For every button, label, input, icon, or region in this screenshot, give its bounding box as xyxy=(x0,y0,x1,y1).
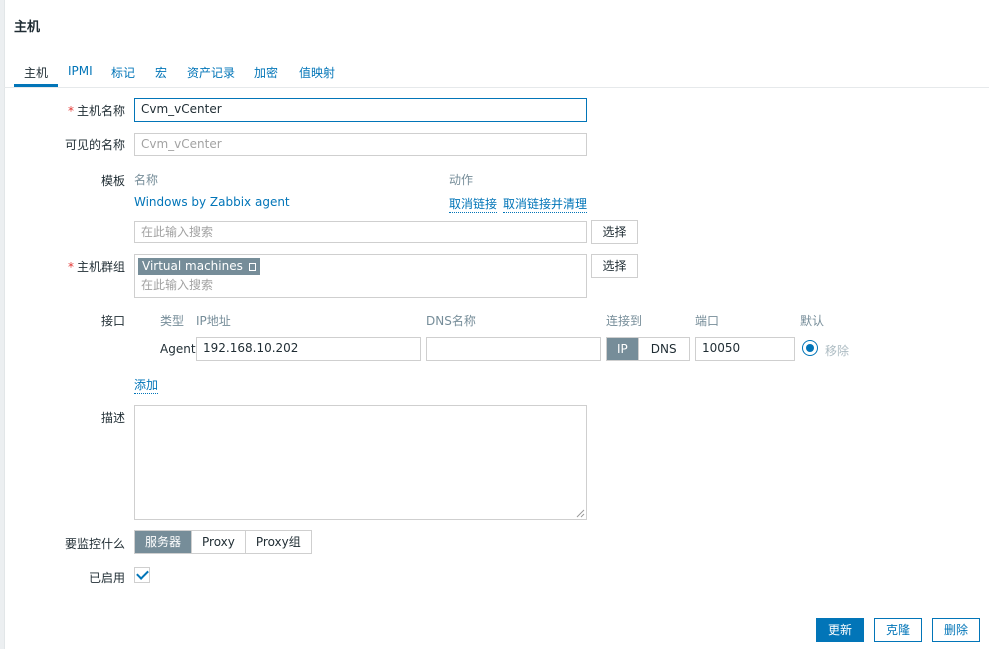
host-name-input[interactable]: Cvm_vCenter xyxy=(134,98,587,122)
tab-ipmi[interactable]: IPMI xyxy=(68,64,93,78)
clone-button[interactable]: 克隆 xyxy=(874,618,922,642)
iface-col-default: 默认 xyxy=(800,314,825,328)
connect-dns-option[interactable]: DNS xyxy=(637,338,689,360)
iface-port-input[interactable]: 10050 xyxy=(695,337,795,361)
monitored-by-toggle: 服务器 Proxy Proxy组 xyxy=(134,530,312,554)
template-select-button[interactable]: 选择 xyxy=(591,220,638,244)
tabs-divider xyxy=(4,87,989,88)
iface-type-agent: Agent xyxy=(160,342,196,356)
required-marker: * xyxy=(67,260,74,274)
description-textarea[interactable] xyxy=(134,405,587,520)
template-search-input[interactable]: 在此输入搜索 xyxy=(134,221,587,243)
tab-value-mapping[interactable]: 值映射 xyxy=(299,64,335,81)
visible-name-label: 可见的名称 xyxy=(64,138,125,152)
unlink-template-button[interactable]: 取消链接 xyxy=(449,195,498,213)
unlink-and-clear-template-button[interactable]: 取消链接并清理 xyxy=(503,195,588,213)
tab-inventory[interactable]: 资产记录 xyxy=(187,64,235,81)
monitored-by-server[interactable]: 服务器 xyxy=(135,531,192,553)
enabled-label: 已启用 xyxy=(88,571,125,585)
templates-col-action: 动作 xyxy=(449,173,474,187)
delete-button[interactable]: 删除 xyxy=(932,618,980,642)
page-title: 主机 xyxy=(14,20,41,35)
enabled-checkbox[interactable] xyxy=(134,567,150,583)
host-group-search-placeholder: 在此输入搜索 xyxy=(141,278,214,292)
iface-ip-input[interactable]: 192.168.10.202 xyxy=(196,337,421,361)
templates-label: 模板 xyxy=(100,174,125,188)
host-groups-label: * 主机群组 xyxy=(67,260,125,274)
monitored-by-proxy[interactable]: Proxy xyxy=(191,531,245,553)
add-interface-link[interactable]: 添加 xyxy=(134,376,159,394)
required-marker: * xyxy=(67,104,74,118)
host-groups-multiselect[interactable]: Virtual machines 在此输入搜索 xyxy=(134,254,587,298)
iface-default-radio[interactable] xyxy=(802,340,818,356)
active-tab-indicator xyxy=(14,84,58,87)
template-link-windows-agent[interactable]: Windows by Zabbix agent xyxy=(134,195,290,209)
tab-host[interactable]: 主机 xyxy=(24,64,48,81)
left-panel-edge xyxy=(0,0,5,649)
tab-macros[interactable]: 宏 xyxy=(155,64,167,81)
host-group-select-button[interactable]: 选择 xyxy=(591,254,638,278)
host-name-label: * 主机名称 xyxy=(67,104,125,118)
update-button[interactable]: 更新 xyxy=(816,618,864,642)
remove-tag-icon[interactable] xyxy=(248,262,256,271)
visible-name-input[interactable]: Cvm_vCenter xyxy=(134,133,587,156)
description-label: 描述 xyxy=(100,411,125,425)
iface-col-dns: DNS名称 xyxy=(426,314,476,328)
tab-tags[interactable]: 标记 xyxy=(111,64,135,81)
interfaces-label: 接口 xyxy=(100,314,125,328)
iface-remove-link[interactable]: 移除 xyxy=(825,342,849,359)
resize-grip-icon[interactable] xyxy=(576,509,585,518)
monitored-by-proxy-group[interactable]: Proxy组 xyxy=(244,531,311,553)
monitored-by-label: 要监控什么 xyxy=(64,537,125,551)
iface-col-type: 类型 xyxy=(160,314,185,328)
templates-col-name: 名称 xyxy=(134,173,159,187)
host-group-tag: Virtual machines xyxy=(138,258,260,275)
iface-dns-input[interactable] xyxy=(426,337,601,361)
iface-col-connect-to: 连接到 xyxy=(606,314,643,328)
check-icon xyxy=(136,567,149,580)
tab-encryption[interactable]: 加密 xyxy=(254,64,278,81)
iface-connect-to-toggle: IP DNS xyxy=(606,337,690,361)
iface-col-ip: IP地址 xyxy=(196,314,231,328)
iface-col-port: 端口 xyxy=(695,314,720,328)
connect-ip-option[interactable]: IP xyxy=(607,338,638,360)
